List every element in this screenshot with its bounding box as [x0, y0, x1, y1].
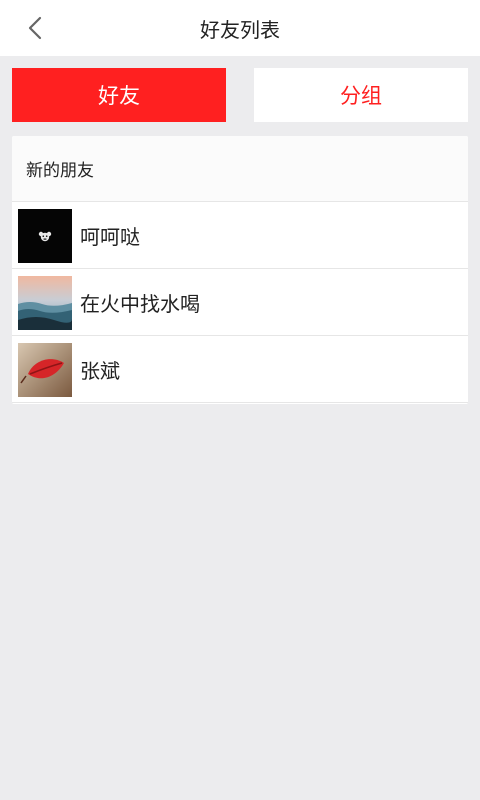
list-item[interactable]: 呵呵哒: [12, 203, 468, 269]
friend-name: 呵呵哒: [80, 225, 140, 249]
seascape-avatar: [18, 275, 72, 330]
tab-groups[interactable]: 分组: [254, 68, 468, 122]
friend-name: 在火中找水喝: [80, 292, 200, 316]
tab-friends[interactable]: 好友: [12, 68, 226, 122]
new-friends-item[interactable]: 新的朋友: [12, 136, 468, 202]
friends-list-card: 新的朋友 呵呵哒 在火中找水喝 张斌: [12, 136, 468, 404]
black-bear-avatar: [18, 208, 72, 263]
red-leaf-avatar: [18, 342, 72, 397]
friend-name: 张斌: [80, 359, 120, 383]
list-item[interactable]: 张斌: [12, 337, 468, 403]
header: 好友列表: [0, 0, 480, 56]
list-item[interactable]: 在火中找水喝: [12, 270, 468, 336]
tab-bar: 好友 分组: [12, 68, 468, 122]
page-title: 好友列表: [200, 18, 280, 42]
